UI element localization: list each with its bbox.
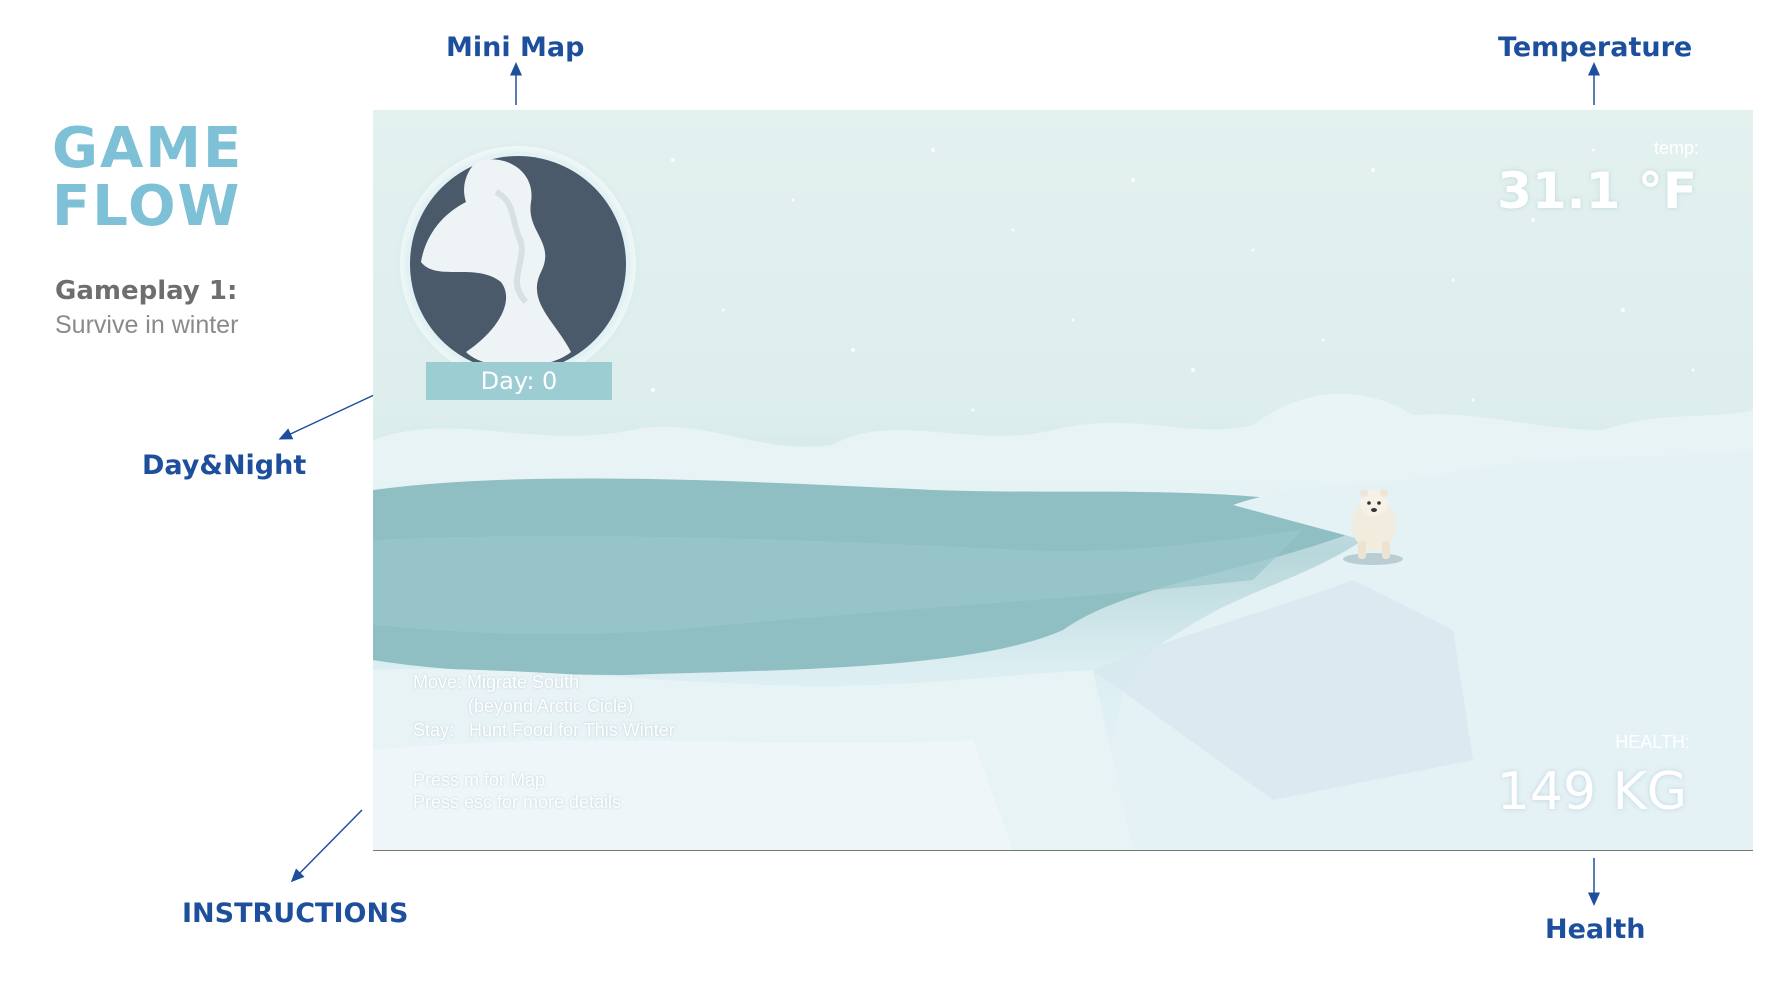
instruction-move-detail: (beyond Arctic Cicle) [468,696,634,716]
arrow-day-night [278,394,375,440]
mini-map-terrain [410,156,626,372]
temperature-label: temp: [1653,138,1699,158]
game-viewport[interactable]: Day: 0 temp: 31.1 °F Move: Migrate South… [373,110,1753,851]
instruction-move: Move: Migrate South [413,672,580,692]
arrow-instructions [290,809,363,883]
health-label: HEALTH: [1615,732,1690,752]
mini-map[interactable] [406,152,630,376]
temperature-value: 31.1 °F [1497,162,1697,220]
instruction-map-key: Press m for Map [413,770,546,790]
instruction-stay: Stay: Hunt Food for This Winter [413,720,675,740]
instruction-esc-key: Press esc for more details [413,792,622,812]
health-value: 149 KG [1496,762,1687,822]
day-counter: Day: 0 [426,362,612,400]
